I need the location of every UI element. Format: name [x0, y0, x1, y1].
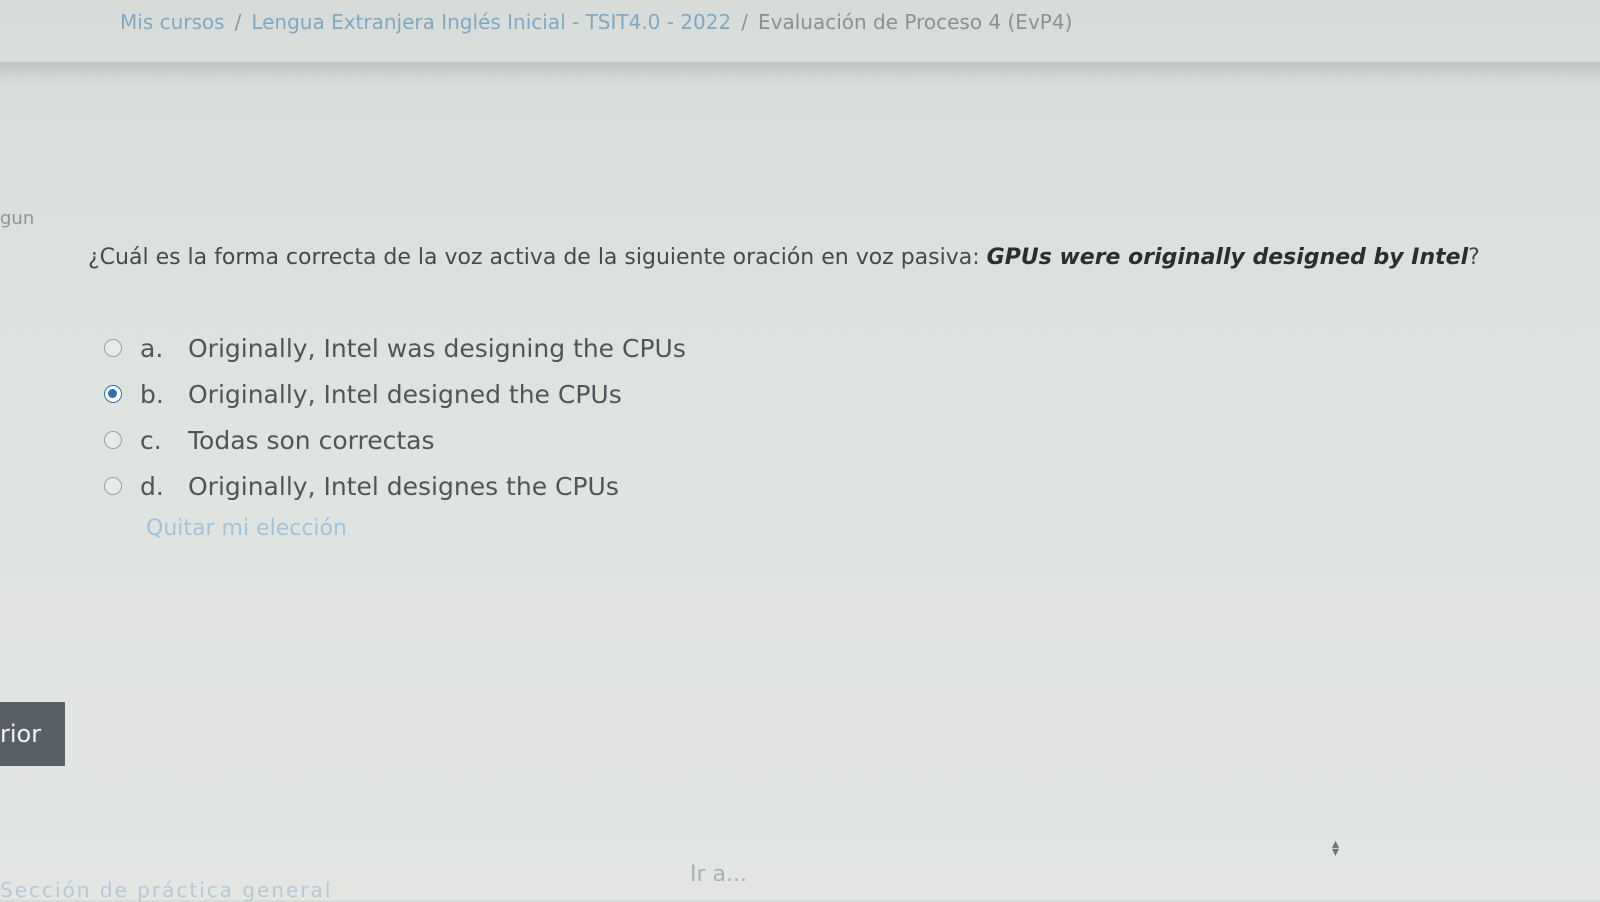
answer-option-d[interactable]: d. Originally, Intel designes the CPUs [104, 463, 686, 509]
answer-option-b[interactable]: b. Originally, Intel designed the CPUs [104, 371, 686, 417]
radio-button-c[interactable] [104, 431, 122, 449]
radio-button-d[interactable] [104, 477, 122, 495]
breadcrumb-item-evaluation[interactable]: Evaluación de Proceso 4 (EvP4) [758, 10, 1072, 34]
answer-text: Originally, Intel was designing the CPUs [188, 333, 686, 363]
header-divider [0, 62, 1600, 84]
question-sentence: GPUs were originally designed by Intel [986, 245, 1469, 270]
footer-section-link[interactable]: Sección de práctica general [0, 878, 332, 902]
jump-to-select[interactable]: Ir a... [690, 862, 747, 887]
answer-letter: b. [140, 379, 164, 409]
radio-button-a[interactable] [104, 339, 122, 357]
select-arrows-icon: ▴ ▾ [1332, 836, 1340, 860]
breadcrumb-item-my-courses[interactable]: Mis cursos [120, 10, 225, 34]
answer-text: Originally, Intel designed the CPUs [188, 379, 622, 409]
answer-option-a[interactable]: a. Originally, Intel was designing the C… [104, 325, 686, 371]
answer-list: a. Originally, Intel was designing the C… [104, 325, 686, 509]
question-info-label: gun [0, 208, 35, 229]
answer-letter: c. [140, 425, 162, 455]
answer-option-c[interactable]: c. Todas son correctas [104, 417, 686, 463]
breadcrumb-separator: / [741, 10, 748, 34]
question-mark: ? [1468, 245, 1480, 270]
previous-page-button[interactable]: rior [0, 702, 65, 766]
question-text: ¿Cuál es la forma correcta de la voz act… [88, 245, 1480, 270]
breadcrumb-item-course[interactable]: Lengua Extranjera Inglés Inicial - TSIT4… [251, 10, 731, 34]
answer-text: Todas son correctas [188, 425, 435, 455]
radio-button-b[interactable] [104, 385, 122, 403]
breadcrumb-separator: / [234, 10, 242, 34]
breadcrumb: Mis cursos / Lengua Extranjera Inglés In… [120, 2, 1072, 42]
answer-letter: a. [140, 333, 164, 363]
answer-letter: d. [140, 471, 164, 501]
question-prompt: ¿Cuál es la forma correcta de la voz act… [88, 245, 987, 270]
answer-text: Originally, Intel designes the CPUs [188, 471, 619, 501]
clear-choice-link[interactable]: Quitar mi elección [146, 516, 347, 541]
